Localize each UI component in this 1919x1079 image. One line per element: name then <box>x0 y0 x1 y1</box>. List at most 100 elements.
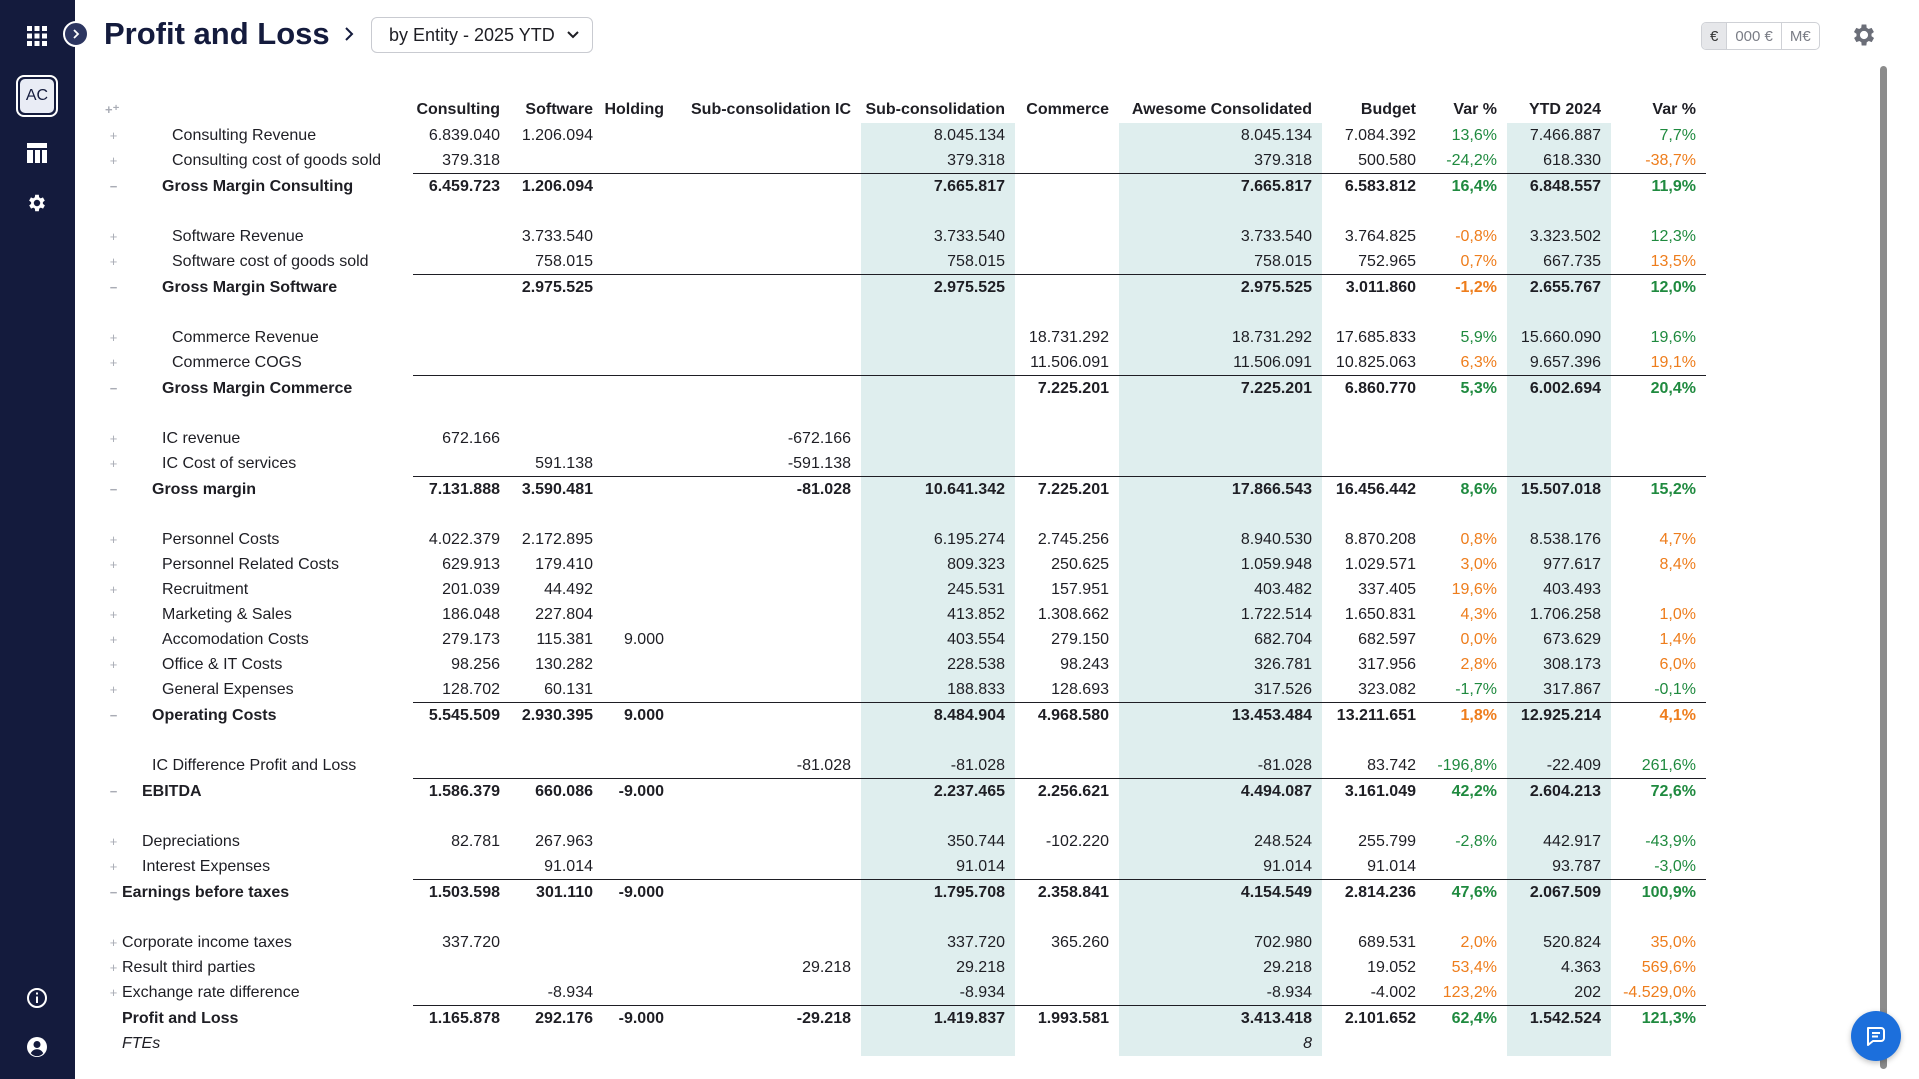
dashboard-icon[interactable] <box>17 133 57 173</box>
value-cell: 121,3% <box>1611 1005 1706 1031</box>
expand-row-icon[interactable]: + <box>105 980 122 1005</box>
expand-row-icon[interactable]: + <box>105 677 122 702</box>
collapse-row-icon[interactable]: − <box>105 275 122 300</box>
value-cell: 98.256 <box>451 656 500 673</box>
empty-cell <box>674 401 861 426</box>
value-cell: 4.494.087 <box>1119 778 1322 804</box>
row-label-cell: IC Difference Profit and Loss <box>105 753 413 779</box>
expand-row-icon[interactable]: + <box>105 350 122 375</box>
column-header[interactable]: Var % <box>1611 95 1706 123</box>
value-cell: 7.084.392 <box>1344 127 1416 144</box>
table-row: Profit and Loss 1.165.878 292.176 -9.000 -29… <box>105 1005 1706 1031</box>
vertical-scrollbar[interactable] <box>1880 66 1887 1069</box>
value-cell: 2.975.525 <box>861 274 1015 300</box>
value-cell: 201.039 <box>442 581 500 598</box>
value-cell <box>1507 1031 1611 1056</box>
value-cell <box>674 930 861 955</box>
value-cell: 82.781 <box>451 833 500 850</box>
expand-row-icon[interactable]: + <box>105 955 122 980</box>
value-cell <box>603 652 674 677</box>
value-cell: 3.161.049 <box>1322 778 1426 804</box>
gear-icon[interactable] <box>1850 21 1878 54</box>
expand-row-icon[interactable]: + <box>105 123 122 148</box>
expand-row-icon[interactable]: + <box>105 148 122 173</box>
value-cell: 19,6% <box>1451 581 1497 598</box>
expand-row-icon[interactable]: + <box>105 602 122 627</box>
value-cell: 16,4% <box>1426 173 1507 199</box>
value-cell: 337.405 <box>1358 581 1416 598</box>
info-icon[interactable] <box>17 978 57 1018</box>
account-icon[interactable] <box>17 1027 57 1067</box>
settings-icon[interactable] <box>17 183 57 223</box>
empty-cell <box>1426 804 1507 829</box>
expand-row-icon[interactable]: + <box>105 224 122 249</box>
collapse-row-icon[interactable]: − <box>105 880 122 905</box>
value-cell: 8.940.530 <box>1119 527 1322 552</box>
value-cell: 326.781 <box>1119 652 1322 677</box>
expand-row-icon[interactable]: + <box>105 325 122 350</box>
value-cell: 6.839.040 <box>428 127 500 144</box>
avatar-initials: AC <box>20 79 54 113</box>
value-cell: 202 <box>1507 980 1611 1006</box>
expand-row-icon[interactable]: + <box>105 552 122 577</box>
empty-cell <box>1507 199 1611 224</box>
column-header[interactable]: Holding <box>603 95 674 123</box>
unit-toggle[interactable]: € 000 € M€ <box>1701 22 1820 50</box>
value-cell <box>413 325 510 350</box>
column-header[interactable]: Sub-consolidation IC <box>674 95 861 123</box>
unit-option-eur[interactable]: € <box>1702 23 1727 49</box>
value-cell: 442.917 <box>1507 829 1611 854</box>
collapse-row-icon[interactable]: − <box>105 477 122 502</box>
expand-row-icon[interactable]: + <box>105 829 122 854</box>
spacer-row <box>105 728 1706 753</box>
column-header[interactable]: Budget <box>1322 95 1426 123</box>
apps-grid-icon[interactable] <box>17 16 57 56</box>
unit-option-million-eur[interactable]: M€ <box>1780 23 1819 49</box>
collapse-row-icon[interactable]: − <box>105 376 122 401</box>
column-header[interactable]: Software <box>510 95 603 123</box>
empty-cell <box>603 199 674 224</box>
expand-row-icon[interactable]: + <box>105 527 122 552</box>
expand-row-icon[interactable]: + <box>105 249 122 274</box>
value-cell: 20,4% <box>1611 375 1706 401</box>
table-row: + Result third parties 29.218 29.218 29.218 1… <box>105 955 1706 980</box>
empty-cell <box>861 300 1015 325</box>
view-selector[interactable]: by Entity - 2025 YTD <box>371 17 593 53</box>
expand-all-icon[interactable]: +⁺ <box>105 95 413 123</box>
row-label: Earnings before taxes <box>122 883 290 901</box>
value-cell <box>413 955 510 980</box>
value-cell: 591.138 <box>535 455 593 472</box>
column-header[interactable]: Consulting <box>413 95 510 123</box>
value-cell: 17.866.543 <box>1119 476 1322 502</box>
collapse-row-icon[interactable]: − <box>105 703 122 728</box>
column-header[interactable]: Awesome Consolidated <box>1119 95 1322 123</box>
collapse-row-icon[interactable]: − <box>105 174 122 199</box>
table-body: + Consulting Revenue 6.839.040 1.206.094 8.0… <box>105 123 1706 1056</box>
expand-row-icon[interactable]: + <box>105 577 122 602</box>
value-cell: 13.211.651 <box>1322 702 1426 728</box>
column-header[interactable]: YTD 2024 <box>1507 95 1611 123</box>
expand-sidebar-button[interactable] <box>63 21 89 47</box>
value-cell: -81.028 <box>861 753 1015 779</box>
expand-row-icon[interactable]: + <box>105 652 122 677</box>
value-cell: 403.554 <box>861 627 1015 652</box>
empty-cell <box>1507 502 1611 527</box>
row-label-cell: − Gross margin <box>105 477 413 503</box>
avatar[interactable]: AC <box>16 75 58 117</box>
expand-row-icon[interactable]: + <box>105 854 122 879</box>
expand-row-icon[interactable]: + <box>105 930 122 955</box>
value-cell: 12,0% <box>1611 274 1706 300</box>
collapse-row-icon[interactable]: − <box>105 779 122 804</box>
column-header[interactable]: Sub-consolidation <box>861 95 1015 123</box>
table-row: + IC Cost of services 591.138 -591.138 <box>105 451 1706 477</box>
value-cell: 29.218 <box>861 955 1015 980</box>
value-cell: 11.506.091 <box>1030 354 1109 371</box>
column-header[interactable]: Commerce <box>1015 95 1119 123</box>
chat-button[interactable] <box>1851 1011 1901 1061</box>
unit-option-thousand-eur[interactable]: 000 € <box>1726 23 1781 49</box>
expand-row-icon[interactable]: + <box>105 627 122 652</box>
column-header[interactable]: Var % <box>1426 95 1507 123</box>
expand-row-icon[interactable]: + <box>105 426 122 451</box>
value-cell: 47,6% <box>1426 879 1507 905</box>
expand-row-icon[interactable]: + <box>105 451 122 476</box>
